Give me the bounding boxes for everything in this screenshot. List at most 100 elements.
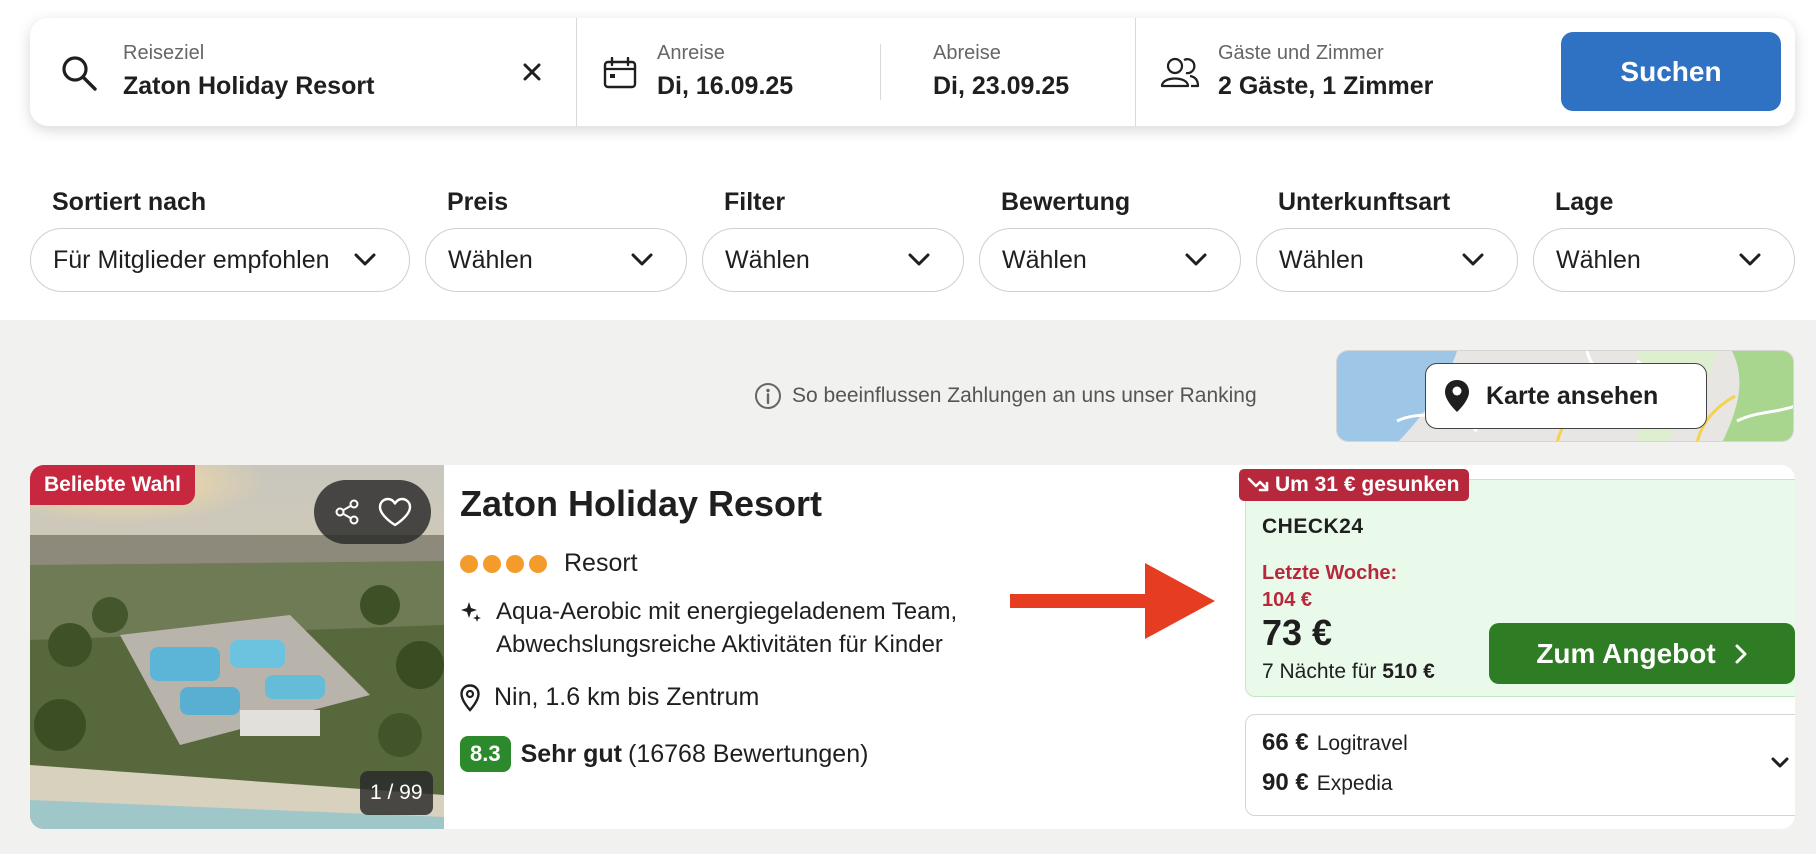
filter-label: Filter bbox=[724, 188, 786, 216]
filter-sort: Sortiert nach Für Mitglieder empfohlen bbox=[30, 188, 410, 292]
hotel-rating[interactable]: 8.3 Sehr gut (16768 Bewertungen) bbox=[460, 736, 868, 772]
other-offer-row: 90 € Expedia bbox=[1262, 769, 1393, 797]
share-icon[interactable] bbox=[333, 498, 361, 526]
filter-label: Preis bbox=[447, 188, 509, 216]
guests-icon bbox=[1160, 56, 1200, 88]
other-offer-provider: Expedia bbox=[1316, 772, 1393, 795]
last-week-value: 104 € bbox=[1262, 589, 1313, 611]
nights-total: 7 Nächte für 510 € bbox=[1262, 660, 1435, 684]
deal-button-label: Zum Angebot bbox=[1536, 637, 1716, 669]
photo-actions bbox=[314, 480, 431, 544]
other-offer-price: 66 € bbox=[1262, 729, 1309, 756]
chevron-right-icon bbox=[1734, 643, 1748, 665]
search-icon bbox=[60, 54, 98, 92]
rating-count: (16768 Bewertungen) bbox=[628, 739, 869, 768]
deal-button[interactable]: Zum Angebot bbox=[1489, 623, 1795, 684]
destination-label: Reiseziel bbox=[123, 42, 205, 64]
dropdown-value: Wählen bbox=[448, 246, 533, 274]
other-offers[interactable]: 66 € Logitravel 90 € Expedia bbox=[1245, 714, 1795, 816]
hotel-card: Beliebte Wahl 1 / 99 Zaton Holiday Resor… bbox=[30, 465, 1795, 829]
filter-rating: Bewertung Wählen bbox=[979, 188, 1241, 292]
sort-dropdown[interactable]: Für Mitglieder empfohlen bbox=[30, 228, 410, 292]
dropdown-value: Wählen bbox=[1279, 246, 1364, 274]
last-week-price: Letzte Woche: 104 € bbox=[1262, 560, 1397, 614]
info-icon bbox=[754, 382, 782, 410]
ranking-info-text: So beeinflussen Zahlungen an uns unser R… bbox=[792, 384, 1257, 407]
star-dot bbox=[483, 554, 501, 573]
rating-label: Sehr gut bbox=[520, 739, 622, 768]
results-area: So beeinflussen Zahlungen an uns unser R… bbox=[0, 320, 1816, 854]
rating-dropdown[interactable]: Wählen bbox=[979, 228, 1241, 292]
popular-badge: Beliebte Wahl bbox=[30, 465, 195, 505]
heart-icon[interactable] bbox=[378, 497, 412, 527]
hotel-name[interactable]: Zaton Holiday Resort bbox=[460, 483, 822, 525]
checkin-label: Anreise bbox=[657, 42, 725, 64]
other-offer-price: 90 € bbox=[1262, 769, 1309, 796]
filter-label: Unterkunftsart bbox=[1278, 188, 1451, 216]
location-pin-icon bbox=[460, 683, 480, 712]
highlights-text: Aqua-Aerobic mit energiegeladenem Team, … bbox=[496, 598, 958, 658]
star-dot bbox=[529, 554, 547, 573]
dropdown-value: Für Mitglieder empfohlen bbox=[53, 246, 330, 274]
map-pin-icon bbox=[1444, 379, 1470, 413]
calendar-icon bbox=[603, 57, 637, 89]
hotel-photo[interactable]: Beliebte Wahl 1 / 99 bbox=[30, 465, 444, 829]
dropdown-value: Wählen bbox=[725, 246, 810, 274]
map-button-label: Karte ansehen bbox=[1486, 381, 1659, 410]
destination-value: Zaton Holiday Resort bbox=[123, 72, 375, 100]
filter-price: Preis Wählen bbox=[425, 188, 687, 292]
search-bar: Reiseziel Zaton Holiday Resort Anreise D… bbox=[30, 18, 1795, 126]
total-price: 510 € bbox=[1382, 660, 1435, 683]
price-drop-text: Um 31 € gesunken bbox=[1275, 473, 1460, 496]
filter-filter: Filter Wählen bbox=[702, 188, 964, 292]
other-offer-provider: Logitravel bbox=[1316, 732, 1408, 755]
star-dot bbox=[506, 554, 524, 573]
hotel-stars: Resort bbox=[460, 549, 638, 578]
guests-field[interactable]: Gäste und Zimmer 2 Gäste, 1 Zimmer bbox=[1136, 18, 1546, 126]
map-button[interactable]: Karte ansehen bbox=[1425, 363, 1707, 429]
sparkle-icon bbox=[460, 601, 482, 661]
last-week-label: Letzte Woche: bbox=[1262, 562, 1398, 584]
chevron-down-icon bbox=[1461, 250, 1485, 275]
price-dropdown[interactable]: Wählen bbox=[425, 228, 687, 292]
filter-location: Lage Wählen bbox=[1533, 188, 1795, 292]
guests-value: 2 Gäste, 1 Zimmer bbox=[1218, 72, 1434, 100]
filter-accommodation-type: Unterkunftsart Wählen bbox=[1256, 188, 1518, 292]
main-offer[interactable]: CHECK24 Letzte Woche: 104 € 73 € 7 Nächt… bbox=[1245, 479, 1795, 697]
rating-score: 8.3 bbox=[460, 736, 511, 772]
checkout-field[interactable]: Abreise Di, 23.09.25 bbox=[881, 18, 1165, 126]
chevron-down-icon bbox=[1738, 250, 1762, 275]
ranking-info[interactable]: So beeinflussen Zahlungen an uns unser R… bbox=[754, 382, 1257, 410]
filter-label: Bewertung bbox=[1001, 188, 1131, 216]
clear-icon[interactable] bbox=[516, 56, 548, 88]
accommodation-type-dropdown[interactable]: Wählen bbox=[1256, 228, 1518, 292]
filter-dropdown[interactable]: Wählen bbox=[702, 228, 964, 292]
price-drop-badge: Um 31 € gesunken bbox=[1239, 469, 1470, 501]
checkout-value: Di, 23.09.25 bbox=[933, 72, 1070, 100]
destination-field[interactable]: Reiseziel Zaton Holiday Resort bbox=[30, 18, 575, 126]
chevron-down-icon bbox=[353, 250, 377, 275]
photo-counter: 1 / 99 bbox=[360, 771, 433, 815]
filter-label: Sortiert nach bbox=[52, 188, 207, 216]
dropdown-value: Wählen bbox=[1556, 246, 1641, 274]
offer-provider: CHECK24 bbox=[1262, 515, 1364, 538]
other-offer-row: 66 € Logitravel bbox=[1262, 729, 1408, 757]
chevron-down-icon bbox=[1184, 250, 1208, 275]
guests-label: Gäste und Zimmer bbox=[1218, 42, 1384, 64]
hotel-location: Nin, 1.6 km bis Zentrum bbox=[460, 683, 759, 712]
dropdown-value: Wählen bbox=[1002, 246, 1087, 274]
filter-label: Lage bbox=[1555, 188, 1614, 216]
annotation-arrow-icon bbox=[1010, 563, 1215, 639]
search-button[interactable]: Suchen bbox=[1561, 32, 1781, 111]
hotel-type: Resort bbox=[564, 549, 638, 577]
chevron-down-icon bbox=[630, 250, 654, 275]
map-preview[interactable]: Karte ansehen bbox=[1336, 350, 1794, 442]
nights-text: 7 Nächte für bbox=[1262, 660, 1377, 683]
offer-price: 73 € bbox=[1262, 612, 1333, 653]
trend-down-icon bbox=[1247, 476, 1269, 494]
location-text: Nin, 1.6 km bis Zentrum bbox=[494, 683, 760, 711]
chevron-down-icon[interactable] bbox=[1769, 755, 1791, 771]
chevron-down-icon bbox=[907, 250, 931, 275]
location-dropdown[interactable]: Wählen bbox=[1533, 228, 1795, 292]
checkin-field[interactable]: Anreise Di, 16.09.25 bbox=[577, 18, 910, 126]
